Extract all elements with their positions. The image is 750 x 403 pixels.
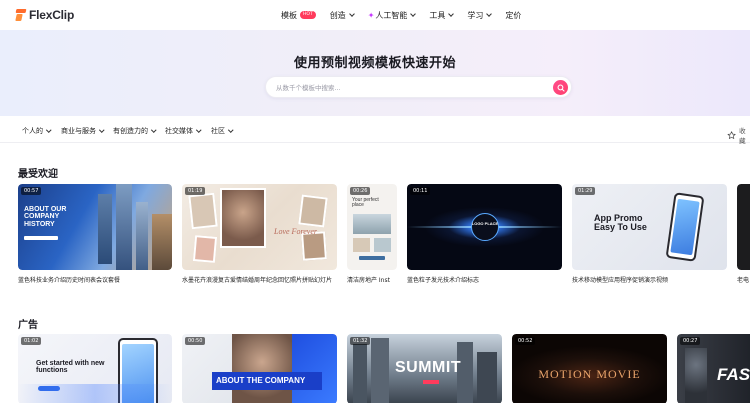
category-label: 商业与服务	[61, 127, 96, 135]
duration-badge: 00:52	[515, 337, 536, 345]
thumbnail-text: SUMMIT	[395, 359, 462, 376]
menu-item-label: 定价	[505, 10, 522, 20]
duration-badge: 00:26	[350, 187, 371, 195]
template-thumbnail: Your perfect place	[347, 184, 397, 270]
thumbnail-text: Love Forever	[274, 227, 318, 236]
top-nav: FlexClip 模板 HOT 创造 ✦ 人工智能 工具 学习 定价	[0, 0, 750, 30]
menu-item-label: 工具	[429, 10, 446, 20]
favorites-label: 收藏	[739, 127, 746, 145]
category-social-media[interactable]: 社交媒体	[165, 126, 202, 136]
template-title[interactable]: 蓝色粒子发光技术介绍标志	[407, 275, 562, 284]
chevron-down-icon	[151, 127, 157, 133]
hot-badge: HOT	[300, 11, 316, 19]
template-card[interactable]: ABOUT OUR COMPANY HISTORY 00:57	[18, 184, 172, 270]
template-thumbnail: Get started with new functions	[18, 334, 172, 403]
sparkle-icon: ✦	[367, 10, 375, 20]
thumbnail-text: Your perfect place	[352, 197, 379, 209]
duration-badge: 00:57	[21, 187, 42, 195]
template-title[interactable]: 清洁房地产 Inst	[347, 275, 401, 284]
category-personal[interactable]: 个人的	[22, 126, 52, 136]
duration-badge: 00:11	[410, 187, 431, 195]
flexclip-logo[interactable]: FlexClip	[16, 8, 74, 22]
template-card[interactable]: Love Forever 01:19	[182, 184, 337, 270]
template-card[interactable]: FAS 00:27	[677, 334, 750, 403]
template-card[interactable]: LOGO PLACE 00:11	[407, 184, 562, 270]
menu-item-label: 创造	[329, 10, 346, 20]
menu-item-label: 学习	[467, 10, 484, 20]
template-card[interactable]: SUMMIT 01:32	[347, 334, 502, 403]
favorites-link[interactable]: 收藏	[727, 125, 750, 145]
hero-title: 使用预制视频模板快速开始	[293, 56, 456, 71]
chevron-down-icon	[410, 11, 417, 17]
star-icon	[727, 130, 736, 139]
template-card[interactable]	[737, 184, 750, 270]
section-title-popular: 最受欢迎	[18, 169, 58, 180]
search-button[interactable]	[553, 80, 568, 95]
category-label: 社交媒体	[165, 127, 193, 135]
template-thumbnail: SUMMIT	[347, 334, 502, 403]
menu-item-pricing[interactable]: 定价	[505, 10, 521, 21]
category-label: 个人的	[22, 127, 43, 135]
template-card[interactable]: App Promo Easy To Use 01:29	[572, 184, 727, 270]
thumbnail-text: ABOUT THE COMPANY	[216, 376, 306, 385]
template-thumbnail	[737, 184, 750, 270]
duration-badge: 01:32	[350, 337, 371, 345]
main-menu: 模板 HOT 创造 ✦ 人工智能 工具 学习 定价	[281, 8, 535, 22]
menu-item-learn[interactable]: 学习	[467, 10, 493, 21]
chevron-down-icon	[99, 127, 105, 133]
template-thumbnail: Love Forever	[182, 184, 337, 270]
category-community[interactable]: 社区	[211, 126, 234, 136]
chevron-down-icon	[348, 11, 355, 17]
duration-badge: 01:02	[21, 337, 42, 345]
hero-banner	[0, 30, 750, 116]
menu-item-create[interactable]: 创造	[329, 10, 355, 21]
template-title[interactable]: 技术移动模型应用程序促销演示视频	[572, 275, 727, 284]
template-title[interactable]: 老电	[737, 275, 750, 284]
template-search-bar	[265, 76, 572, 98]
template-thumbnail: LOGO PLACE	[407, 184, 562, 270]
template-card[interactable]: Get started with new functions 01:02	[18, 334, 172, 403]
chevron-down-icon	[486, 11, 493, 17]
template-thumbnail: App Promo Easy To Use	[572, 184, 727, 270]
logo-text: FlexClip	[29, 8, 75, 22]
template-card[interactable]: ABOUT THE COMPANY 00:50	[182, 334, 337, 403]
thumbnail-text: Get started with new functions	[36, 360, 105, 375]
thumbnail-text: ABOUT OUR COMPANY HISTORY	[24, 206, 67, 228]
category-label: 有创造力的	[113, 127, 148, 135]
menu-item-ai[interactable]: ✦ 人工智能	[367, 10, 417, 21]
chevron-down-icon	[448, 11, 455, 17]
thumbnail-text: LOGO PLACE	[471, 221, 499, 226]
thumbnail-text: FAS	[717, 365, 750, 384]
chevron-down-icon	[46, 127, 52, 133]
template-search-input[interactable]	[276, 81, 536, 94]
category-business[interactable]: 商业与服务	[61, 126, 105, 136]
section-title-ads: 广告	[18, 320, 38, 331]
template-card[interactable]: MOTION MOVIE 00:52	[512, 334, 667, 403]
menu-item-label: 模板	[281, 10, 297, 20]
category-label: 社区	[211, 127, 225, 135]
template-thumbnail: ABOUT THE COMPANY	[182, 334, 337, 403]
thumbnail-text: MOTION MOVIE	[538, 367, 641, 381]
menu-item-tools[interactable]: 工具	[429, 10, 455, 21]
logo-mark-icon	[16, 9, 26, 21]
thumbnail-text: App Promo Easy To Use	[594, 213, 647, 233]
chevron-down-icon	[228, 127, 234, 133]
template-title[interactable]: 水墨花卉浪漫复古爱情结婚周年纪念回忆照片拼贴幻灯片	[182, 275, 342, 284]
duration-badge: 01:29	[575, 187, 596, 195]
duration-badge: 00:50	[185, 337, 206, 345]
chevron-down-icon	[196, 127, 202, 133]
duration-badge: 01:19	[185, 187, 206, 195]
menu-item-templates[interactable]: 模板 HOT	[281, 10, 316, 21]
template-thumbnail: ABOUT OUR COMPANY HISTORY	[18, 184, 172, 270]
category-bar: 个人的 商业与服务 有创造力的 社交媒体 社区	[0, 118, 750, 143]
search-icon	[557, 84, 565, 92]
template-thumbnail: MOTION MOVIE	[512, 334, 667, 403]
duration-badge: 00:27	[680, 337, 701, 345]
template-title[interactable]: 蓝色科技业务介绍历史时间表会议套餐	[18, 275, 172, 284]
menu-item-label: 人工智能	[375, 10, 408, 20]
category-creative[interactable]: 有创造力的	[113, 126, 157, 136]
template-card[interactable]: Your perfect place 00:26	[347, 184, 397, 270]
